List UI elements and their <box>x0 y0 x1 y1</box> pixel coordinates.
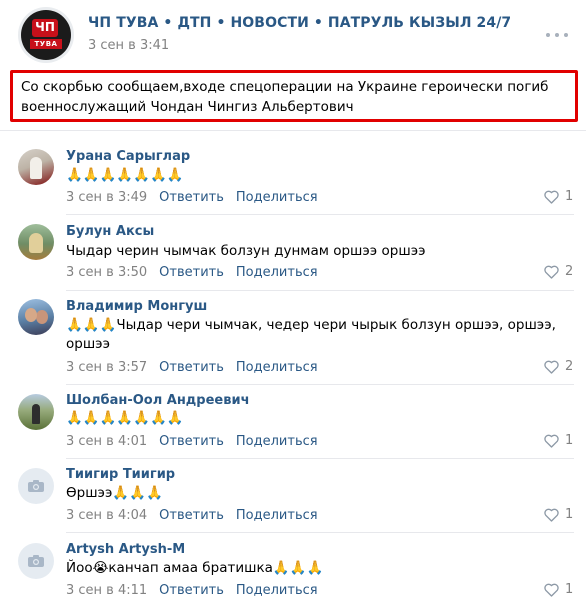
heart-icon <box>544 583 559 597</box>
like-count: 1 <box>565 507 574 522</box>
share-button[interactable]: Поделиться <box>236 360 318 375</box>
comment-text: 🙏🙏🙏🙏🙏🙏🙏 <box>66 167 184 183</box>
comment-divider <box>66 532 574 533</box>
comment-divider <box>66 458 574 459</box>
avatar[interactable] <box>18 543 54 579</box>
reply-button[interactable]: Ответить <box>159 265 224 280</box>
comment-meta: 3 сен в 3:50 Ответить Поделиться <box>66 265 318 280</box>
comment-meta: 3 сен в 3:49 Ответить Поделиться <box>66 190 318 205</box>
post-divider <box>0 130 586 131</box>
like-button[interactable]: 1 <box>543 507 573 522</box>
comment-timestamp[interactable]: 3 сен в 4:01 <box>66 434 147 449</box>
comment-meta: 3 сен в 4:11 Ответить Поделиться <box>66 583 318 598</box>
post-header: ЧП ТУВА ЧП ТУВА • ДТП • НОВОСТИ • ПАТРУЛ… <box>0 0 586 70</box>
avatar[interactable] <box>18 468 54 504</box>
like-count: 1 <box>565 189 574 204</box>
comment-text: 🙏🙏🙏Чыдар чери чымчак, чедер чери чырык б… <box>66 317 556 352</box>
post-text: Со скорбью сообщаем,входе спецоперации н… <box>21 79 549 115</box>
reply-button[interactable]: Ответить <box>159 508 224 523</box>
avatar[interactable] <box>18 224 54 260</box>
reply-button[interactable]: Ответить <box>159 190 224 205</box>
comment-author[interactable]: Булун Аксы <box>66 224 154 239</box>
comment-timestamp[interactable]: 3 сен в 3:49 <box>66 190 147 205</box>
heart-icon <box>544 265 559 279</box>
avatar[interactable] <box>18 149 54 185</box>
avatar[interactable] <box>18 394 54 430</box>
share-button[interactable]: Поделиться <box>236 265 318 280</box>
like-count: 1 <box>565 433 574 448</box>
share-button[interactable]: Поделиться <box>236 190 318 205</box>
share-button[interactable]: Поделиться <box>236 583 318 598</box>
comment-divider <box>66 214 574 215</box>
heart-icon <box>544 360 559 374</box>
comment-author[interactable]: Шолбан-Оол Андреевич <box>66 393 250 408</box>
comment-author[interactable]: Artysh Artysh-M <box>66 542 185 557</box>
group-logo-text: ТУВА <box>30 39 62 49</box>
comment-meta: 3 сен в 3:57 Ответить Поделиться <box>66 360 318 375</box>
like-count: 2 <box>565 264 574 279</box>
comment-author[interactable]: Урана Сарыглар <box>66 149 190 164</box>
comment-text: Өршээ🙏🙏🙏 <box>66 485 163 501</box>
camera-icon <box>28 480 44 492</box>
comment-divider <box>66 290 574 291</box>
comment-timestamp[interactable]: 3 сен в 3:50 <box>66 265 147 280</box>
like-count: 2 <box>565 359 574 374</box>
group-logo-mark: ЧП <box>35 20 55 34</box>
more-horizontal-icon[interactable] <box>546 28 568 42</box>
heart-icon <box>544 434 559 448</box>
like-button[interactable]: 1 <box>543 433 573 448</box>
like-button[interactable]: 1 <box>543 582 573 597</box>
share-button[interactable]: Поделиться <box>236 508 318 523</box>
like-count: 1 <box>565 582 574 597</box>
group-avatar[interactable]: ЧП ТУВА <box>18 7 74 63</box>
comment-text: Йоо😭канчап амаа братишка🙏🙏🙏 <box>66 560 324 576</box>
comment-text: 🙏🙏🙏🙏🙏🙏🙏 <box>66 410 184 426</box>
post-text-highlight: Со скорбью сообщаем,входе спецоперации н… <box>10 70 578 122</box>
heart-icon <box>544 508 559 522</box>
comment-author[interactable]: Тиигир Тиигир <box>66 467 175 482</box>
comment-meta: 3 сен в 4:01 Ответить Поделиться <box>66 434 318 449</box>
heart-icon <box>544 190 559 204</box>
comment-timestamp[interactable]: 3 сен в 4:04 <box>66 508 147 523</box>
comment-timestamp[interactable]: 3 сен в 4:11 <box>66 583 147 598</box>
comment-divider <box>66 384 574 385</box>
comment-author[interactable]: Владимир Монгуш <box>66 299 207 314</box>
group-name-link[interactable]: ЧП ТУВА • ДТП • НОВОСТИ • ПАТРУЛЬ КЫЗЫЛ … <box>88 15 511 31</box>
share-button[interactable]: Поделиться <box>236 434 318 449</box>
like-button[interactable]: 1 <box>543 189 573 204</box>
comment-meta: 3 сен в 4:04 Ответить Поделиться <box>66 508 318 523</box>
comment-text: Чыдар черин чымчак болзун дунмам оршээ о… <box>66 243 426 259</box>
reply-button[interactable]: Ответить <box>159 360 224 375</box>
like-button[interactable]: 2 <box>543 359 573 374</box>
camera-icon <box>28 555 44 567</box>
reply-button[interactable]: Ответить <box>159 583 224 598</box>
reply-button[interactable]: Ответить <box>159 434 224 449</box>
comment-timestamp[interactable]: 3 сен в 3:57 <box>66 360 147 375</box>
post-timestamp[interactable]: 3 сен в 3:41 <box>88 38 169 53</box>
avatar[interactable] <box>18 299 54 335</box>
like-button[interactable]: 2 <box>543 264 573 279</box>
